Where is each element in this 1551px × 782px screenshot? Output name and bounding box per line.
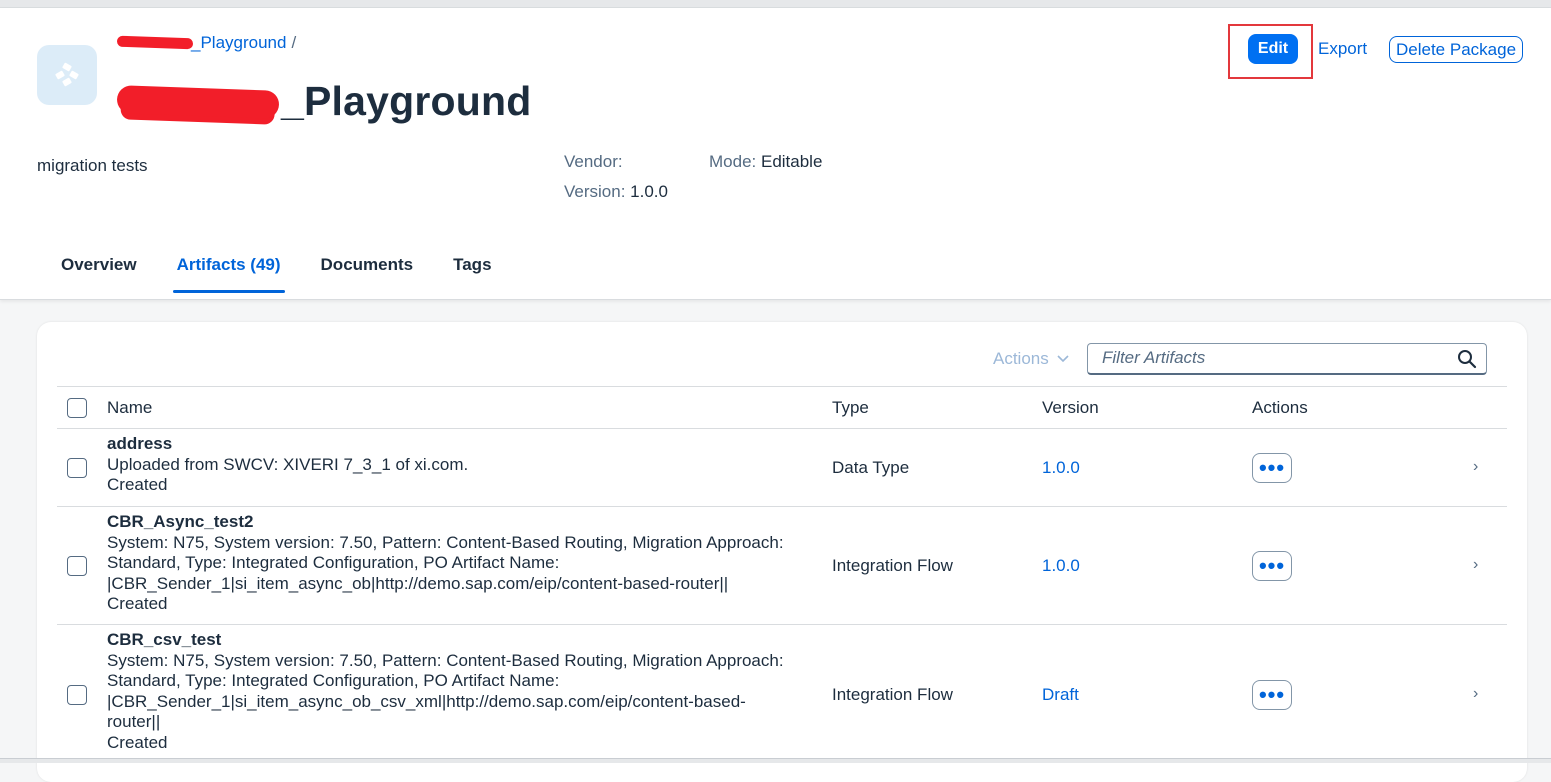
more-icon: ••• <box>1258 682 1286 707</box>
table-row[interactable]: CBR_csv_test System: N75, System version… <box>57 625 1507 765</box>
export-button[interactable]: Export <box>1318 39 1367 59</box>
table-header: Name Type Version Actions <box>57 386 1507 429</box>
package-description: migration tests <box>37 156 148 175</box>
filter-artifacts-field <box>1087 343 1487 375</box>
select-all-checkbox[interactable] <box>67 398 87 418</box>
artifact-name: CBR_csv_test <box>107 630 222 649</box>
artifact-description-line: System: N75, System version: 7.50, Patte… <box>107 650 784 670</box>
breadcrumb: _Playground / <box>116 33 297 53</box>
row-checkbox[interactable] <box>67 556 87 576</box>
artifact-name-cell: address Uploaded from SWCV: XIVERI 7_3_1… <box>107 434 807 496</box>
tab-overview[interactable]: Overview <box>61 255 137 293</box>
vendor-label: Vendor: <box>564 152 623 171</box>
artifact-name: CBR_Async_test2 <box>107 512 254 531</box>
artifact-type: Integration Flow <box>832 556 953 575</box>
page-title: _Playground <box>116 78 532 125</box>
breadcrumb-link[interactable]: _Playground <box>116 33 286 53</box>
artifact-description-line: |CBR_Sender_1|si_item_async_ob_csv_xml|h… <box>107 691 746 711</box>
more-icon: ••• <box>1258 455 1286 480</box>
artifact-name-cell: CBR_csv_test System: N75, System version… <box>107 630 807 753</box>
redaction-mark <box>116 84 280 119</box>
artifact-name-cell: CBR_Async_test2 System: N75, System vers… <box>107 512 807 615</box>
artifact-version-link[interactable]: Draft <box>1042 685 1079 705</box>
column-header-type[interactable]: Type <box>832 398 869 418</box>
table-row[interactable]: CBR_Async_test2 System: N75, System vers… <box>57 507 1507 625</box>
artifact-version-link[interactable]: 1.0.0 <box>1042 556 1080 576</box>
tab-artifacts[interactable]: Artifacts (49) <box>172 255 285 293</box>
breadcrumb-separator: / <box>291 33 297 52</box>
artifact-version-link[interactable]: 1.0.0 <box>1042 458 1080 478</box>
edit-highlight-box <box>1228 24 1313 79</box>
more-icon: ••• <box>1258 553 1286 578</box>
mode-label: Mode: <box>709 152 757 171</box>
table-row[interactable]: address Uploaded from SWCV: XIVERI 7_3_1… <box>57 429 1507 507</box>
artifact-description-line: Standard, Type: Integrated Configuration… <box>107 671 560 690</box>
chevron-right-icon[interactable]: › <box>1473 458 1478 476</box>
artifact-status: Created <box>107 594 168 613</box>
artifact-description-line: Uploaded from SWCV: XIVERI 7_3_1 of xi.c… <box>107 454 469 474</box>
column-header-actions: Actions <box>1252 398 1308 417</box>
artifact-description-line: Standard, Type: Integrated Configuration… <box>107 553 560 572</box>
artifact-status: Created <box>107 475 168 494</box>
artifact-description-line: System: N75, System version: 7.50, Patte… <box>107 532 784 552</box>
tab-bar: Overview Artifacts (49) Documents Tags <box>61 255 532 293</box>
artifact-description-line: router|| <box>107 712 161 731</box>
actions-menu-button[interactable]: Actions <box>993 349 1069 369</box>
tab-tags[interactable]: Tags <box>453 255 491 293</box>
tab-documents[interactable]: Documents <box>321 255 414 293</box>
artifacts-table: Name Type Version Actions address Upload… <box>57 386 1507 765</box>
artifact-description-line: |CBR_Sender_1|si_item_async_ob|http://de… <box>107 573 729 593</box>
vendor-field: Vendor: <box>564 152 623 172</box>
filter-artifacts-input[interactable] <box>1100 344 1440 372</box>
artifact-name: address <box>107 434 173 453</box>
search-icon[interactable] <box>1457 349 1477 374</box>
redaction-mark <box>116 35 194 50</box>
mode-field: Mode: Editable <box>709 152 822 172</box>
column-header-version[interactable]: Version <box>1042 398 1099 418</box>
package-icon <box>37 45 97 105</box>
artifact-status: Created <box>107 732 168 752</box>
row-checkbox[interactable] <box>67 685 87 705</box>
version-value: 1.0.0 <box>630 182 668 201</box>
row-checkbox[interactable] <box>67 458 87 478</box>
top-border <box>0 0 1551 8</box>
mode-value: Editable <box>760 152 823 171</box>
row-actions-more-button[interactable]: ••• <box>1252 680 1292 710</box>
bottom-border <box>0 758 1551 763</box>
chevron-down-icon <box>1057 352 1069 366</box>
artifact-type: Data Type <box>832 458 910 477</box>
chevron-right-icon[interactable]: › <box>1473 685 1478 703</box>
chevron-right-icon[interactable]: › <box>1473 556 1478 574</box>
artifact-type: Integration Flow <box>832 685 953 704</box>
row-actions-more-button[interactable]: ••• <box>1252 551 1292 581</box>
package-header: _Playground / _Playground Edit Export De… <box>0 8 1551 300</box>
column-header-name[interactable]: Name <box>107 398 152 418</box>
version-field: Version: 1.0.0 <box>564 182 668 202</box>
version-label: Version: <box>564 182 626 201</box>
delete-package-button[interactable]: Delete Package <box>1389 36 1524 63</box>
row-actions-more-button[interactable]: ••• <box>1252 453 1292 483</box>
